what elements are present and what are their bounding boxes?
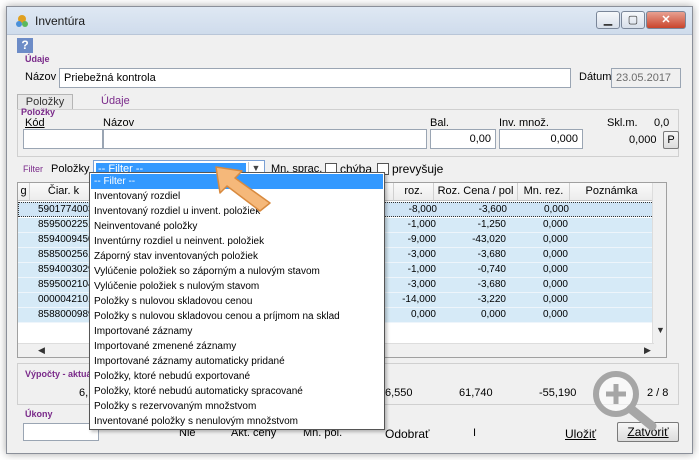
tab-udaje[interactable]: Údaje bbox=[101, 94, 130, 110]
dropdown-item[interactable]: Importované záznamy automaticky pridané bbox=[91, 354, 383, 369]
row-roz: -3,000 bbox=[407, 279, 436, 290]
dropdown-item[interactable]: Položky s nulovou skladovou cenou bbox=[91, 294, 383, 309]
row-roz: -9,000 bbox=[407, 234, 436, 245]
scroll-right-icon[interactable]: ▶ bbox=[644, 345, 651, 356]
app-icon bbox=[16, 15, 28, 27]
row-cena: -3,680 bbox=[477, 249, 506, 260]
minimize-button[interactable]: ▁ bbox=[596, 11, 620, 29]
maximize-button[interactable]: ▢ bbox=[621, 11, 645, 29]
dropdown-item[interactable]: Neinventované položky bbox=[91, 219, 383, 234]
sklm-label: Skl.m. bbox=[607, 117, 638, 129]
row-roz: -14,000 bbox=[402, 294, 436, 305]
dropdown-item[interactable]: Položky s nulovou skladovou cenou a príj… bbox=[91, 309, 383, 324]
row-roz: -1,000 bbox=[407, 219, 436, 230]
grid-header-roz[interactable]: roz. bbox=[394, 183, 434, 201]
grid-header-g[interactable]: g bbox=[18, 183, 30, 201]
filter-polozky-label: Položky bbox=[51, 163, 90, 175]
row-roz: -8,000 bbox=[408, 204, 437, 215]
udaje-section-label: Údaje bbox=[25, 54, 50, 64]
grid-header-mn-rez[interactable]: Mn. rez. bbox=[518, 183, 570, 201]
row-cena: -1,250 bbox=[477, 219, 506, 230]
summary-value-3: 61,740 bbox=[459, 387, 493, 399]
dropdown-item[interactable]: Položky, ktoré nebudú automaticky spraco… bbox=[91, 384, 383, 399]
nazov-field[interactable]: Priebežná kontrola bbox=[59, 68, 571, 88]
dropdown-item[interactable]: Inventúrny rozdiel u neinvent. položiek bbox=[91, 234, 383, 249]
row-rez: 0,000 bbox=[542, 294, 568, 305]
datum-label: Dátum bbox=[579, 71, 612, 83]
row-cena: 0,000 bbox=[480, 309, 506, 320]
filter-label: Filter bbox=[23, 164, 43, 174]
nazov-label: Názov bbox=[25, 71, 57, 83]
p-button[interactable]: P bbox=[663, 131, 679, 149]
dropdown-item[interactable]: Záporný stav inventovaných položiek bbox=[91, 249, 383, 264]
row-roz: -3,000 bbox=[407, 249, 436, 260]
dropdown-item[interactable]: Položky, ktoré nebudú exportované bbox=[91, 369, 383, 384]
kod-label: Kód bbox=[25, 117, 45, 129]
row-roz: -1,000 bbox=[407, 264, 436, 275]
grid-vertical-scrollbar[interactable]: ▼ bbox=[652, 183, 666, 357]
pointer-arrow-icon bbox=[215, 166, 271, 212]
ukony-label: Úkony bbox=[25, 409, 53, 419]
ukony-select[interactable] bbox=[23, 423, 99, 441]
scroll-left-icon[interactable]: ◀ bbox=[38, 345, 45, 356]
row-rez: 0,000 bbox=[542, 234, 568, 245]
dropdown-item[interactable]: Importované záznamy bbox=[91, 324, 383, 339]
i-button[interactable]: I bbox=[473, 427, 476, 439]
title-bar[interactable]: Inventúra ▁ ▢ ✕ bbox=[7, 7, 692, 35]
inv-mnoz-field[interactable]: 0,000 bbox=[499, 129, 583, 149]
datum-field[interactable]: 23.05.2017 bbox=[611, 68, 681, 88]
row-rez: 0,000 bbox=[542, 309, 568, 320]
row-rez: 0,000 bbox=[543, 204, 569, 215]
dropdown-item[interactable]: Položky s rezervovaným množstvom bbox=[91, 399, 383, 414]
row-rez: 0,000 bbox=[542, 219, 568, 230]
bal-label: Bal. bbox=[430, 117, 449, 129]
grid-header-ciar-kod[interactable]: Čiar. k bbox=[30, 183, 98, 201]
close-button[interactable]: ✕ bbox=[646, 11, 686, 29]
dropdown-item[interactable]: Vylúčenie položiek so záporným a nulovým… bbox=[91, 264, 383, 279]
sklm-value: 0,000 bbox=[629, 134, 657, 146]
help-icon[interactable]: ? bbox=[17, 38, 33, 53]
inv-mnoz-label: Inv. množ. bbox=[499, 117, 549, 129]
kod-field[interactable] bbox=[23, 129, 103, 149]
summary-value-4: -55,190 bbox=[539, 387, 577, 399]
summary-value-1: 6, bbox=[79, 387, 89, 399]
prevysuje-label: prevyšuje bbox=[392, 162, 444, 176]
polozky-nazov-field[interactable] bbox=[103, 129, 427, 149]
dropdown-item[interactable]: Inventované položky s nenulovým množstvo… bbox=[91, 414, 383, 429]
row-cena: -3,600 bbox=[478, 204, 507, 215]
window-title: Inventúra bbox=[35, 14, 86, 28]
row-roz: 0,000 bbox=[410, 309, 436, 320]
scroll-down-icon[interactable]: ▼ bbox=[656, 325, 665, 335]
row-cena: -43,020 bbox=[472, 234, 506, 245]
sklm-top-value: 0,0 bbox=[654, 117, 670, 129]
odobrat-button[interactable]: Odobrať bbox=[385, 427, 430, 441]
row-rez: 0,000 bbox=[542, 249, 568, 260]
bal-field[interactable]: 0,00 bbox=[430, 129, 496, 149]
dropdown-item[interactable]: Vylúčenie položiek s nulovým stavom bbox=[91, 279, 383, 294]
grid-header-poznamka[interactable]: Poznámka bbox=[570, 183, 654, 201]
grid-header-roz-cena[interactable]: Roz. Cena / pol bbox=[434, 183, 518, 201]
row-cena: -0,740 bbox=[477, 264, 506, 275]
row-rez: 0,000 bbox=[542, 279, 568, 290]
row-cena: -3,220 bbox=[477, 294, 506, 305]
polozky-section-label: Položky bbox=[21, 107, 56, 117]
polozky-nazov-label: Názov bbox=[103, 117, 135, 129]
row-rez: 0,000 bbox=[542, 264, 568, 275]
dropdown-item[interactable]: Importované zmenené záznamy bbox=[91, 339, 383, 354]
row-cena: -3,680 bbox=[477, 279, 506, 290]
summary-value-2: 6,550 bbox=[385, 387, 413, 399]
zoom-icon[interactable] bbox=[588, 366, 672, 434]
